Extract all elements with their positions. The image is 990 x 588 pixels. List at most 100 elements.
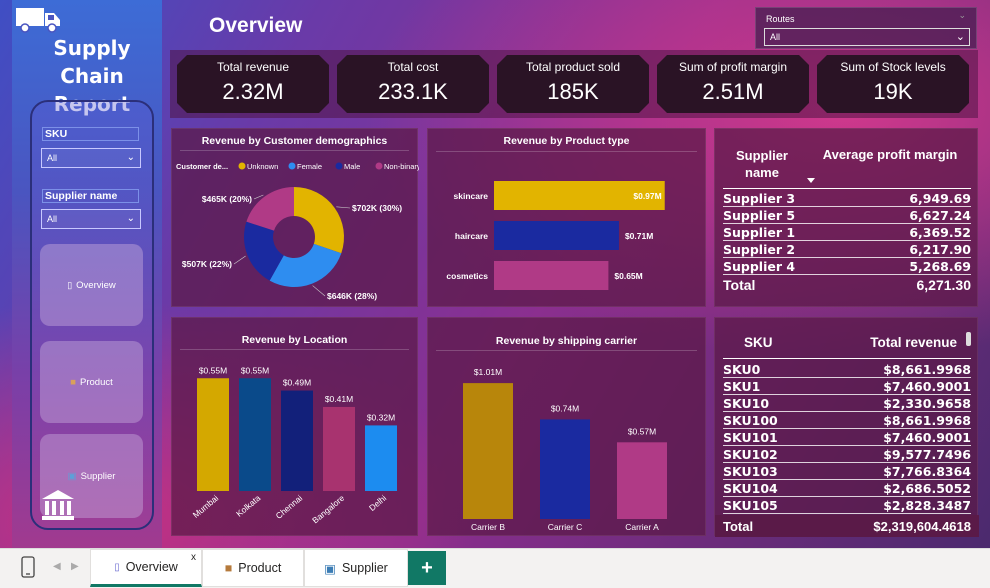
bar-bangalore[interactable] — [323, 406, 355, 491]
table-row[interactable]: SKU100 $8,661.9968 — [723, 412, 971, 429]
tab-product[interactable]: ■ Product — [202, 549, 304, 587]
bar-carrier-a[interactable] — [617, 442, 667, 519]
sku-col-header[interactable]: SKU — [744, 335, 773, 350]
scrollbar-thumb[interactable] — [966, 332, 971, 346]
pie-slice-female[interactable] — [269, 243, 342, 287]
table-row[interactable]: SKU10 $2,330.9658 — [723, 395, 971, 412]
data-label: $0.49M — [283, 378, 311, 388]
bar-carrier-b[interactable] — [463, 383, 513, 519]
kpi-value: 2.32M — [222, 79, 284, 104]
bar-cosmetics[interactable] — [494, 261, 609, 290]
bar-kolkata[interactable] — [239, 378, 271, 491]
data-label: $646K (28%) — [327, 291, 377, 301]
table-row[interactable]: SKU105 $2,828.3487 — [723, 497, 971, 514]
report-canvas: Supply Chain Report SKU All ⌄ Supplier n… — [0, 0, 990, 548]
add-page-button[interactable]: + — [408, 551, 446, 585]
pie-slice-unknown[interactable] — [294, 187, 344, 254]
mobile-layout-icon[interactable] — [21, 556, 35, 578]
table-row[interactable]: SKU101 $7,460.9001 — [723, 429, 971, 446]
legend-swatch — [335, 162, 343, 170]
table-row[interactable]: SKU0 $8,661.9968 — [723, 361, 971, 378]
table-row[interactable]: SKU103 $7,766.8364 — [723, 463, 971, 480]
data-label: $0.71M — [625, 231, 653, 241]
bar-mumbai[interactable] — [197, 378, 229, 491]
truck-icon: ▣ — [324, 561, 336, 576]
close-icon[interactable]: x — [191, 552, 196, 563]
legend-entry[interactable]: Male — [344, 162, 360, 171]
sku-table-scrollbar[interactable] — [966, 332, 972, 522]
bar-haircare[interactable] — [494, 221, 619, 250]
leader-line — [233, 255, 246, 265]
legend-swatch — [238, 162, 246, 170]
legend-entry[interactable]: Female — [297, 162, 322, 171]
table-row[interactable]: SKU102 $9,577.7496 — [723, 446, 971, 463]
kpi-value: 2.51M — [702, 79, 764, 104]
leader-line — [253, 194, 264, 200]
next-page-icon[interactable]: ▶ — [71, 561, 79, 572]
supplier-table: Supplier name Average profit margin Supp… — [715, 129, 979, 308]
leader-line — [312, 285, 326, 297]
legend-entry[interactable]: Unknown — [247, 162, 278, 171]
sort-desc-icon[interactable] — [807, 178, 815, 183]
legend-title: Customer de... — [176, 162, 228, 171]
data-label: $0.55M — [199, 365, 227, 375]
product-nav-button[interactable]: ■ Product — [40, 341, 143, 423]
demographics-chart-card[interactable]: Revenue by Customer demographics Custome… — [171, 128, 419, 307]
header-divider — [723, 358, 971, 359]
kpi-card-total-product-sold: Total product sold 185K — [497, 55, 649, 113]
table-row[interactable]: SKU1 $7,460.9001 — [723, 378, 971, 395]
category-label: haircare — [455, 231, 488, 241]
location-chart-card[interactable]: Revenue by Location $0.55M Mumbai $0.55M Ko… — [171, 317, 418, 536]
leader-line — [336, 206, 351, 209]
routes-slicer-label: Routes — [766, 14, 795, 24]
product-type-chart-card[interactable]: Revenue by Product type skincare $0.97M ha… — [427, 128, 706, 307]
data-label: $0.74M — [551, 403, 579, 413]
bar-delhi[interactable] — [365, 425, 397, 491]
kpi-title: Total product sold — [525, 60, 621, 74]
category-label: Carrier C — [548, 522, 582, 532]
prev-page-icon[interactable]: ◀ — [53, 561, 61, 572]
legend-entry[interactable]: Non-binary — [384, 162, 419, 171]
divider — [436, 151, 697, 152]
category-label: Mumbai — [191, 493, 221, 520]
supplier-table-card[interactable]: Supplier name Average profit margin Supp… — [714, 128, 978, 307]
supplier-col-header[interactable]: Supplier name — [725, 147, 799, 181]
chevron-down-icon: ⌄ — [126, 152, 135, 163]
kpi-card-total-cost: Total cost 233.1K — [337, 55, 489, 113]
kpi-card-stock-levels: Sum of Stock levels 19K — [817, 55, 969, 113]
carrier-chart-card[interactable]: Revenue by shipping carrier $1.01M Carrie… — [427, 317, 706, 536]
table-row[interactable]: Supplier 1 6,369.52 — [723, 224, 971, 241]
overview-nav-label: Overview — [76, 279, 116, 291]
divider — [180, 150, 409, 151]
sku-table: SKU Total revenue SKU0 $8,661.9968 SKU1 $7… — [715, 318, 979, 537]
table-row[interactable]: Supplier 3 6,949.69 — [723, 190, 971, 207]
sku-table-card[interactable]: SKU Total revenue SKU0 $8,661.9968 SKU1 $7… — [714, 317, 979, 537]
chart-title: Revenue by shipping carrier — [495, 335, 638, 347]
tab-label: Overview — [125, 560, 178, 574]
bar-chennai[interactable] — [281, 390, 313, 491]
table-row[interactable]: Supplier 5 6,627.24 — [723, 207, 971, 224]
truck-logo-icon — [16, 8, 60, 33]
category-label: Kolkata — [234, 493, 262, 519]
sku-slicer-dropdown[interactable]: All ⌄ — [41, 148, 141, 168]
overview-nav-button[interactable]: ▯ Overview — [40, 244, 143, 326]
carrier-bar-chart: $1.01M Carrier B $0.74M Carrier C $0.57M Carr… — [463, 367, 667, 532]
table-row[interactable]: Supplier 4 5,268.69 — [723, 258, 971, 275]
bar-carrier-c[interactable] — [540, 419, 590, 519]
table-row[interactable]: SKU104 $2,686.5052 — [723, 480, 971, 497]
total-label: Total — [723, 519, 754, 534]
box-icon: ■ — [70, 376, 76, 388]
profit-col-header[interactable]: Average profit margin — [817, 147, 963, 162]
chart-title: Revenue by Product type — [503, 135, 630, 147]
supplier-slicer-dropdown[interactable]: All ⌄ — [41, 209, 141, 229]
chart-title: Revenue by Customer demographics — [201, 135, 388, 147]
routes-slicer-dropdown[interactable]: All ⌄ — [764, 28, 970, 46]
tab-supplier[interactable]: ▣ Supplier — [304, 549, 408, 587]
revenue-col-header[interactable]: Total revenue — [870, 335, 957, 350]
table-row[interactable]: Supplier 2 6,217.90 — [723, 241, 971, 258]
chart-title: Revenue by Location — [241, 334, 348, 346]
tab-overview[interactable]: ▯ Overview x — [90, 549, 202, 587]
kpi-value: 19K — [873, 79, 913, 104]
data-label: $0.57M — [628, 426, 656, 436]
data-label: $0.32M — [367, 412, 395, 422]
